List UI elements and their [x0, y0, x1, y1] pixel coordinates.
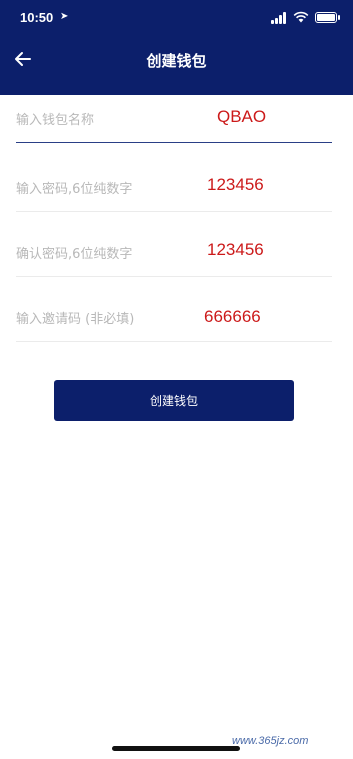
wifi-icon	[293, 11, 309, 23]
password-field: 123456	[16, 164, 332, 212]
password-input[interactable]	[16, 178, 196, 200]
status-bar: 10:50 ➤	[0, 0, 353, 38]
location-arrow-icon: ➤	[60, 11, 69, 22]
watermark: www.365jz.com	[232, 735, 309, 747]
confirm-password-field: 123456	[16, 229, 332, 277]
invite-code-input[interactable]	[16, 308, 196, 330]
status-time: 10:50	[20, 10, 54, 25]
home-indicator[interactable]	[112, 746, 240, 751]
battery-tip	[338, 15, 340, 20]
wallet-name-field: QBAO	[16, 95, 332, 143]
page-title: 创建钱包	[146, 52, 207, 70]
battery-icon	[315, 12, 337, 23]
invite-code-annotation: 666666	[204, 307, 261, 326]
nav-bar: 创建钱包	[0, 38, 353, 82]
cellular-signal-icon	[271, 12, 289, 24]
battery-level	[317, 14, 335, 21]
wallet-name-input[interactable]	[16, 109, 196, 131]
invite-code-field: 666666	[16, 294, 332, 342]
wallet-name-annotation: QBAO	[217, 107, 267, 126]
confirm-password-input[interactable]	[16, 243, 196, 265]
password-annotation: 123456	[207, 175, 264, 194]
app-header: 10:50 ➤ 创建钱包	[0, 0, 353, 95]
create-wallet-button[interactable]: 创建钱包	[54, 380, 294, 421]
confirm-password-annotation: 123456	[207, 240, 264, 259]
